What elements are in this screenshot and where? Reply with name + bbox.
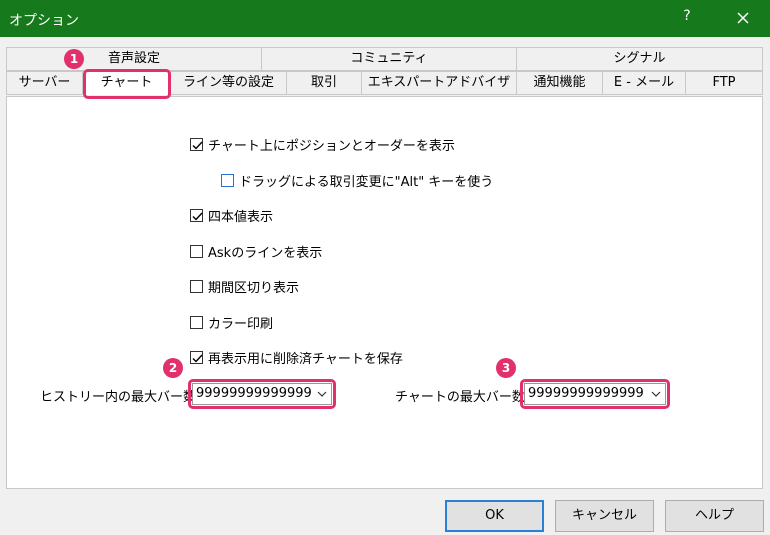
save-deleted-charts-checkbox[interactable] <box>190 350 203 364</box>
show-positions-checkbox[interactable] <box>190 137 203 151</box>
history-max-bars-value: 99999999999999 <box>196 386 312 401</box>
period-separators-option[interactable]: 期間区切り表示 <box>190 276 299 296</box>
drag-trade-checkbox[interactable] <box>221 173 234 187</box>
show-positions-option[interactable]: チャート上にポジションとオーダーを表示 <box>190 134 455 154</box>
ohlc-checkbox[interactable] <box>190 208 203 222</box>
period-separators-checkbox[interactable] <box>190 279 203 293</box>
tab-ftp[interactable]: FTP <box>685 71 763 95</box>
tab-chart[interactable]: チャート <box>82 71 171 95</box>
ohlc-option[interactable]: 四本値表示 <box>190 205 273 225</box>
annotation-marker-1: 1 <box>64 49 84 69</box>
chart-settings-panel <box>6 96 763 489</box>
save-deleted-charts-option[interactable]: 再表示用に削除済チャートを保存 <box>190 347 403 367</box>
tab-email[interactable]: E - メール <box>602 71 686 95</box>
chevron-down-icon <box>317 386 327 409</box>
color-print-label: カラー印刷 <box>208 316 274 332</box>
ask-line-label: Askのラインを表示 <box>208 245 323 261</box>
drag-trade-option[interactable]: ドラッグによる取引変更に"Alt" キーを使う <box>221 170 493 190</box>
tab-sound[interactable]: 音声設定 <box>6 47 262 71</box>
tab-trade[interactable]: 取引 <box>286 71 362 95</box>
tab-strip: 音声設定 コミュニティ シグナル サーバー チャート ライン等の設定 取引 エキ… <box>6 47 763 97</box>
help-button[interactable]: ? <box>676 8 698 28</box>
tab-server[interactable]: サーバー <box>6 71 83 95</box>
color-print-checkbox[interactable] <box>190 315 203 329</box>
period-separators-label: 期間区切り表示 <box>208 280 300 296</box>
annotation-marker-2: 2 <box>163 358 183 378</box>
tab-signals[interactable]: シグナル <box>516 47 763 71</box>
title-bar: オプション ? <box>0 0 770 37</box>
chart-max-bars-value: 99999999999999 <box>528 386 644 401</box>
drag-trade-label: ドラッグによる取引変更に"Alt" キーを使う <box>239 174 494 190</box>
chart-max-bars-label: チャートの最大バー数： <box>395 390 538 405</box>
chart-max-bars-select[interactable]: 99999999999999 <box>524 383 666 405</box>
color-print-option[interactable]: カラー印刷 <box>190 312 273 332</box>
ask-line-option[interactable]: Askのラインを表示 <box>190 241 322 261</box>
tab-objects[interactable]: ライン等の設定 <box>170 71 287 95</box>
show-positions-label: チャート上にポジションとオーダーを表示 <box>208 138 455 154</box>
close-icon[interactable] <box>730 6 756 30</box>
tab-expert-advisors[interactable]: エキスパートアドバイザ <box>361 71 517 95</box>
window-title: オプション <box>9 13 79 29</box>
help-dialog-button[interactable]: ヘルプ <box>665 500 764 532</box>
tab-notifications[interactable]: 通知機能 <box>516 71 603 95</box>
save-deleted-charts-label: 再表示用に削除済チャートを保存 <box>208 351 403 367</box>
ohlc-label: 四本値表示 <box>208 209 274 225</box>
history-max-bars-select[interactable]: 99999999999999 <box>192 383 332 405</box>
tab-community[interactable]: コミュニティ <box>261 47 517 71</box>
annotation-marker-3: 3 <box>496 358 516 378</box>
history-max-bars-label: ヒストリー内の最大バー数 <box>40 390 197 405</box>
ok-button[interactable]: OK <box>445 500 544 532</box>
ask-line-checkbox[interactable] <box>190 244 203 258</box>
cancel-button[interactable]: キャンセル <box>555 500 654 532</box>
chevron-down-icon <box>651 386 661 409</box>
